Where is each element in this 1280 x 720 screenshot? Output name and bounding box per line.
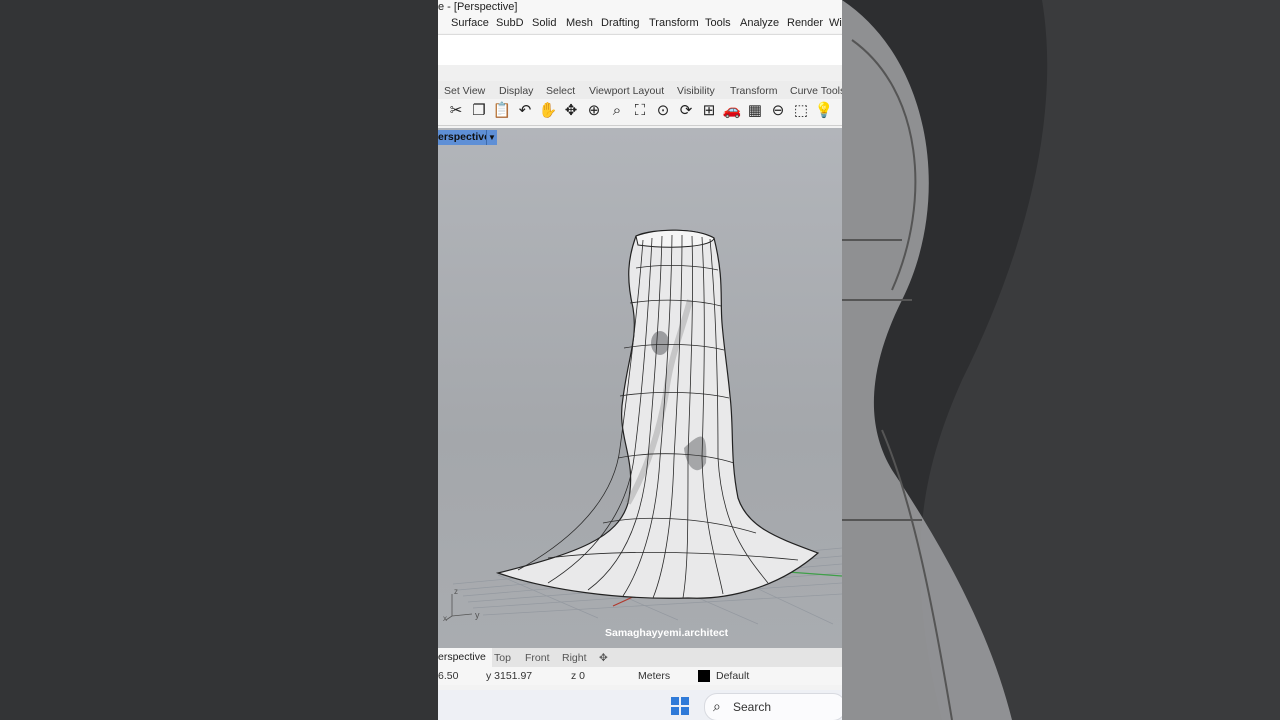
app-window: e - [Perspective] Surface SubD Solid Mes… (438, 0, 842, 720)
vp-tab-perspective[interactable]: erspective (438, 648, 492, 667)
status-z: z 0 (571, 670, 586, 682)
vp-tab-right[interactable]: Right (562, 652, 587, 664)
tab-select[interactable]: Select (546, 85, 575, 97)
status-units[interactable]: Meters (638, 670, 670, 682)
pan-hand-icon[interactable]: ✋ (538, 101, 558, 121)
move-view-icon[interactable]: ✥ (561, 101, 581, 121)
viewport-menu-arrow-icon[interactable]: ▼ (486, 130, 497, 145)
menu-bar: Surface SubD Solid Mesh Drafting Transfo… (438, 15, 842, 33)
vp-tab-front[interactable]: Front (525, 652, 550, 664)
taskbar-search-box[interactable]: ⌕ Search (704, 693, 842, 720)
axis-y-label: y (475, 610, 480, 620)
search-label: Search (733, 700, 772, 714)
menu-tools[interactable]: Tools (705, 17, 731, 29)
tab-set-view[interactable]: Set View (444, 85, 485, 97)
taskbar: ⌕ Search (438, 690, 842, 720)
viewport-tabs: erspective Top Front Right ✥ (438, 648, 842, 667)
car-render-icon[interactable]: 🚗 (722, 101, 742, 121)
paste-icon[interactable]: 📋 (492, 101, 512, 121)
layer-color-swatch (698, 670, 710, 682)
add-viewport-icon[interactable]: ✥ (599, 652, 608, 664)
vp-tab-top[interactable]: Top (494, 652, 511, 664)
left-backdrop (0, 0, 438, 720)
status-y: y 3151.97 (486, 670, 533, 682)
window-title: e - [Perspective] (438, 0, 842, 15)
blurred-backdrop (842, 0, 1280, 720)
viewport-scene: z y x (443, 229, 842, 625)
status-x: 6.50 (438, 670, 459, 682)
standard-toolbar: ✂ ❐ 📋 ↶ ✋ ✥ ⊕ ⌕ ⛶ ⊙ ⟳ ⊞ 🚗 ▦ ⊖ ⬚ 💡 (438, 99, 842, 126)
menu-mesh[interactable]: Mesh (566, 17, 593, 29)
status-bar: 6.50 y 3151.97 z 0 Meters Default (438, 667, 842, 685)
zoom-extents-icon[interactable]: ⛶ (630, 101, 650, 121)
menu-transform[interactable]: Transform (649, 17, 699, 29)
tab-curve-tools[interactable]: Curve Tools (790, 85, 842, 97)
four-viewports-icon[interactable]: ⊞ (699, 101, 719, 121)
rotate-view-icon[interactable]: ⟳ (676, 101, 696, 121)
copy-icon[interactable]: ❐ (469, 101, 489, 121)
tab-viewport-layout[interactable]: Viewport Layout (589, 85, 664, 97)
grid-icon[interactable]: ▦ (745, 101, 765, 121)
twisted-tower-model (495, 229, 820, 599)
tab-visibility[interactable]: Visibility (677, 85, 715, 97)
undo-icon[interactable]: ↶ (515, 101, 535, 121)
menu-render[interactable]: Render (787, 17, 823, 29)
light-icon[interactable]: 💡 (814, 101, 834, 121)
cut-icon[interactable]: ✂ (446, 101, 466, 121)
axis-z-label: z (454, 587, 458, 596)
zoom-icon[interactable]: ⊕ (584, 101, 604, 121)
ortho-icon[interactable]: ⊖ (768, 101, 788, 121)
select-icon[interactable]: ⬚ (791, 101, 811, 121)
menu-surface[interactable]: Surface (451, 17, 489, 29)
zoom-selected-icon[interactable]: ⊙ (653, 101, 673, 121)
watermark-text: Samaghayyemi.architect (605, 627, 729, 639)
zoom-window-icon[interactable]: ⌕ (607, 101, 627, 121)
axis-x-label: x (443, 614, 447, 623)
tab-transform[interactable]: Transform (730, 85, 777, 97)
windows-start-icon[interactable] (671, 697, 689, 715)
menu-subd[interactable]: SubD (496, 17, 524, 29)
command-area[interactable] (438, 34, 842, 66)
perspective-viewport[interactable]: z y x erspective ▼ Samaghayyemi.architec… (438, 128, 842, 648)
menu-drafting[interactable]: Drafting (601, 17, 640, 29)
search-icon: ⌕ (713, 698, 721, 714)
menu-solid[interactable]: Solid (532, 17, 556, 29)
blurred-model-preview (842, 0, 1048, 720)
tab-display[interactable]: Display (499, 85, 533, 97)
menu-analyze[interactable]: Analyze (740, 17, 779, 29)
toolbar-tabs: Set View Display Select Viewport Layout … (438, 81, 842, 99)
axis-gizmo (445, 594, 473, 621)
viewport-title[interactable]: erspective (438, 130, 490, 145)
toolbar-separator (438, 65, 842, 81)
status-layer[interactable]: Default (716, 670, 749, 682)
menu-window[interactable]: Wi (829, 17, 842, 29)
